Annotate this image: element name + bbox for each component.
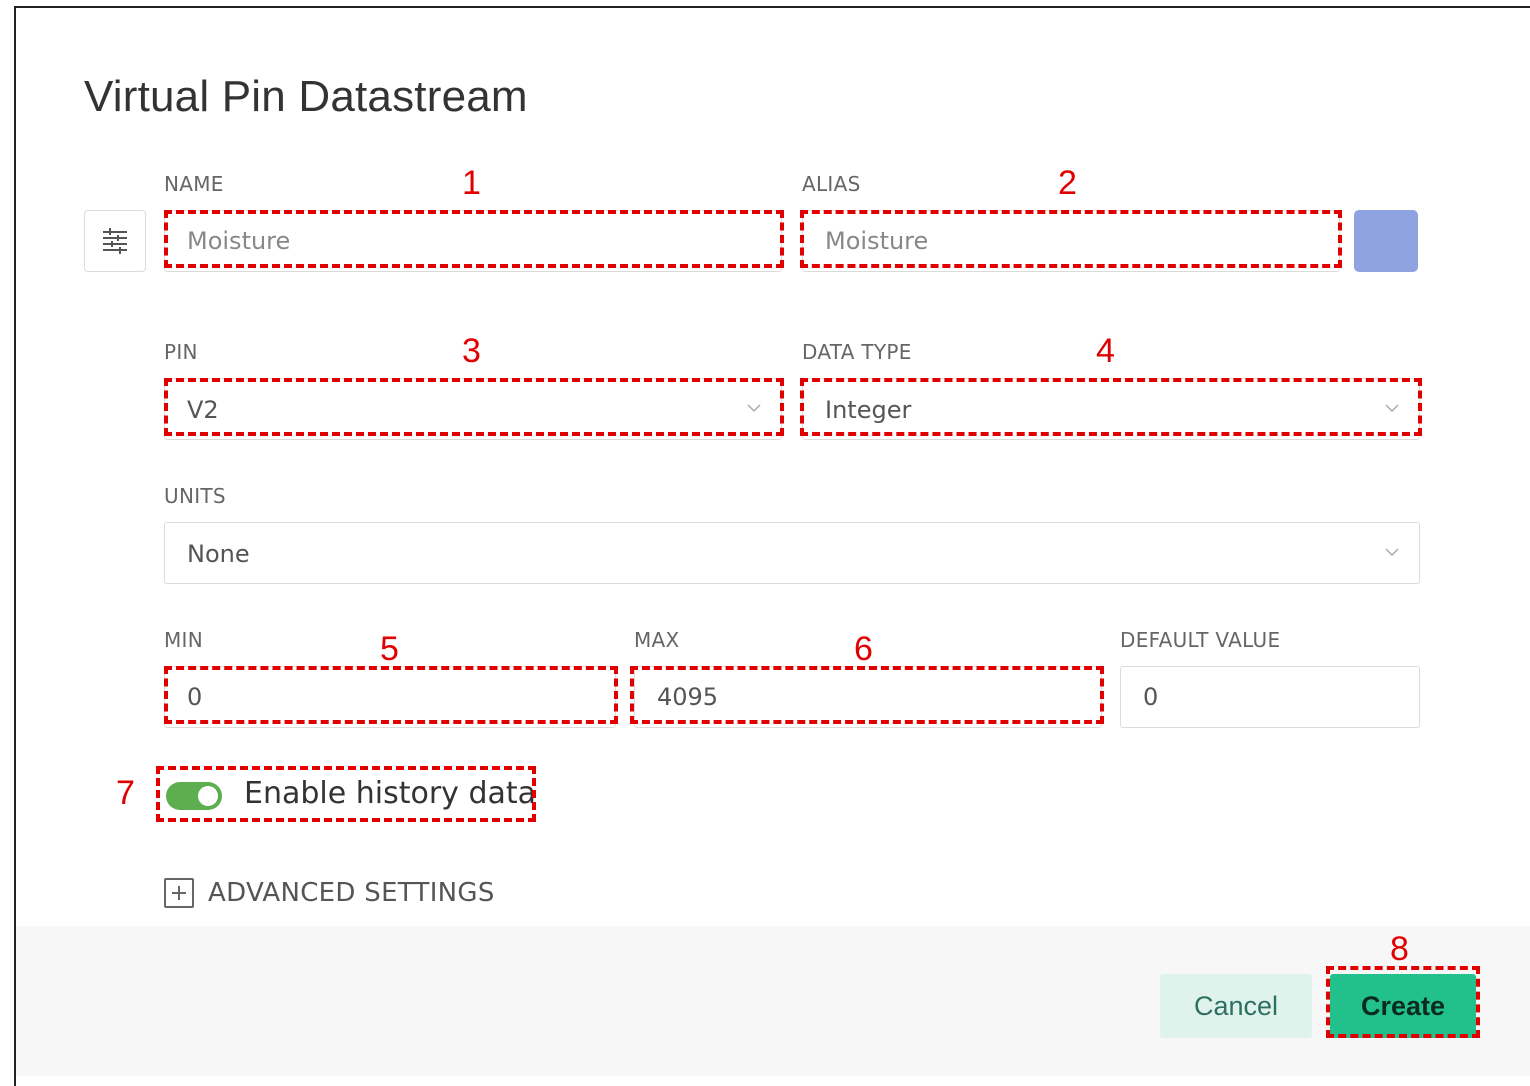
datastream-settings-button[interactable] — [84, 210, 146, 272]
data-type-select[interactable]: Integer — [802, 378, 1420, 440]
cancel-button[interactable]: Cancel — [1160, 974, 1312, 1038]
create-button[interactable]: Create — [1330, 974, 1476, 1038]
annotation-number-1: 1 — [462, 164, 481, 202]
units-select[interactable]: None — [164, 522, 1420, 584]
max-label: MAX — [634, 628, 680, 652]
name-field[interactable] — [164, 210, 782, 272]
name-label: NAME — [164, 172, 224, 196]
units-label: UNITS — [164, 484, 226, 508]
max-input[interactable] — [635, 667, 1101, 727]
pin-select[interactable]: V2 — [164, 378, 782, 440]
advanced-settings-label: ADVANCED SETTINGS — [208, 878, 495, 908]
alias-field[interactable] — [802, 210, 1340, 272]
advanced-settings-toggle[interactable]: ADVANCED SETTINGS — [164, 878, 495, 908]
history-data-label: Enable history data — [244, 776, 537, 811]
min-input[interactable] — [165, 667, 615, 727]
history-data-toggle[interactable] — [166, 782, 222, 810]
chevron-down-icon — [1385, 404, 1399, 413]
default-value-input[interactable] — [1121, 667, 1419, 727]
annotation-number-4: 4 — [1096, 332, 1115, 370]
pin-select-value: V2 — [187, 396, 219, 424]
units-select-value: None — [187, 540, 250, 568]
chevron-down-icon — [747, 404, 761, 413]
color-picker-swatch[interactable] — [1354, 210, 1418, 272]
max-field[interactable] — [634, 666, 1102, 728]
annotation-number-8: 8 — [1390, 930, 1409, 968]
annotation-number-6: 6 — [854, 630, 873, 668]
default-value-field[interactable] — [1120, 666, 1420, 728]
pin-label: PIN — [164, 340, 198, 364]
chevron-down-icon — [1385, 548, 1399, 557]
annotation-number-2: 2 — [1058, 164, 1077, 202]
default-value-label: DEFAULT VALUE — [1120, 628, 1281, 652]
plus-square-icon — [164, 878, 194, 908]
alias-input[interactable] — [803, 211, 1339, 271]
sliders-icon — [103, 228, 127, 254]
min-label: MIN — [164, 628, 204, 652]
data-type-select-value: Integer — [825, 396, 912, 424]
annotation-number-7: 7 — [116, 774, 135, 812]
data-type-label: DATA TYPE — [802, 340, 912, 364]
dialog-title: Virtual Pin Datastream — [84, 72, 528, 121]
toggle-knob — [198, 786, 218, 806]
name-input[interactable] — [165, 211, 781, 271]
annotation-number-3: 3 — [462, 332, 481, 370]
min-field[interactable] — [164, 666, 616, 728]
alias-label: ALIAS — [802, 172, 861, 196]
annotation-number-5: 5 — [380, 630, 399, 668]
